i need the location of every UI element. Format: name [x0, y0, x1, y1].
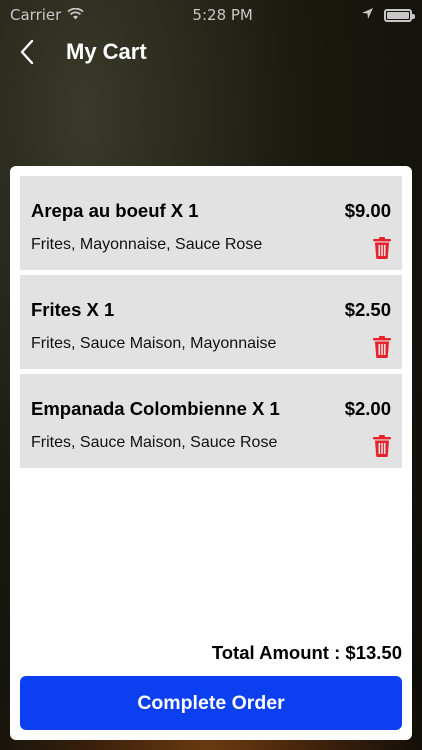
battery-icon: [383, 8, 415, 22]
carrier-label: Carrier: [10, 6, 62, 24]
complete-order-button[interactable]: Complete Order: [20, 676, 402, 730]
item-options: Frites, Mayonnaise, Sauce Rose: [31, 236, 263, 253]
status-bar: Carrier 5:28 PM: [0, 0, 422, 30]
status-left: Carrier: [10, 6, 84, 24]
total-amount: Total Amount : $13.50: [212, 642, 402, 664]
item-options: Frites, Sauce Maison, Sauce Rose: [31, 434, 278, 451]
item-name: Empanada Colombienne X 1: [31, 398, 280, 419]
nav-bar: My Cart: [0, 32, 422, 72]
item-name: Arepa au boeuf X 1: [31, 200, 199, 221]
item-price: $9.00: [344, 200, 391, 221]
total-label: Total Amount :: [211, 642, 346, 663]
trash-icon[interactable]: [373, 237, 391, 259]
page-title: My Cart: [66, 39, 147, 64]
trash-icon[interactable]: [373, 435, 391, 457]
cart-panel: Arepa au boeuf X 1 $9.00 Frites, Mayonna…: [10, 166, 412, 740]
status-right: [361, 6, 415, 24]
item-price: $2.00: [344, 398, 391, 419]
item-name: Frites X 1: [31, 299, 115, 320]
wifi-icon: [67, 6, 84, 24]
cart-item: Frites X 1 $2.50 Frites, Sauce Maison, M…: [20, 275, 402, 369]
battery-level: [386, 11, 409, 19]
status-time: 5:28 PM: [192, 6, 253, 24]
chevron-left-icon: [20, 39, 34, 65]
item-options: Frites, Sauce Maison, Mayonnaise: [31, 335, 277, 352]
cart-item: Arepa au boeuf X 1 $9.00 Frites, Mayonna…: [20, 176, 402, 270]
total-value: $13.50: [345, 642, 402, 663]
item-price: $2.50: [344, 299, 391, 320]
cart-item: Empanada Colombienne X 1 $2.00 Frites, S…: [20, 374, 402, 468]
trash-icon[interactable]: [373, 336, 391, 358]
location-arrow-icon: [361, 6, 374, 24]
back-button[interactable]: [12, 32, 42, 72]
